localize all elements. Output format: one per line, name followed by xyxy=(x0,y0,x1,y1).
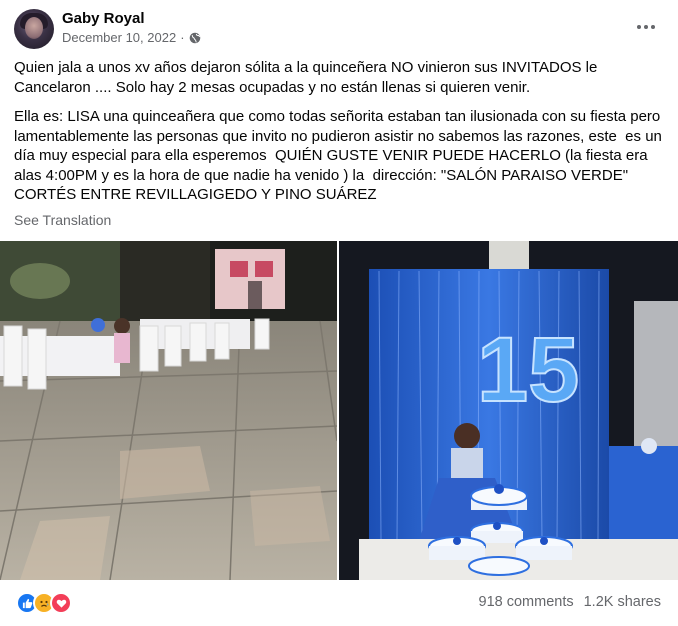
more-options-button[interactable] xyxy=(632,15,660,39)
photo-empty-tables[interactable] xyxy=(0,241,337,580)
comments-count[interactable]: 918 comments xyxy=(479,594,574,610)
meta-separator: · xyxy=(180,30,185,45)
photo-empty-tables-image xyxy=(0,241,337,580)
photo-grid: 15 xyxy=(0,241,678,580)
post-body: Quien jala a unos xv años dejaron sólita… xyxy=(14,58,664,215)
balloon-number: 15 xyxy=(477,319,579,421)
avatar-face xyxy=(25,17,43,39)
author-name[interactable]: Gaby Royal xyxy=(62,10,145,27)
engagement-counts: 918 comments 1.2K shares xyxy=(479,594,662,610)
more-horizontal-icon xyxy=(637,25,641,29)
globe-icon[interactable] xyxy=(189,32,201,44)
post-date[interactable]: December 10, 2022 xyxy=(62,30,176,45)
reaction-summary[interactable] xyxy=(16,592,72,614)
photo-quinceanera-cake[interactable]: 15 xyxy=(339,241,678,580)
see-translation-link[interactable]: See Translation xyxy=(14,212,111,228)
post-header: Gaby Royal December 10, 2022 · xyxy=(14,9,664,49)
more-dot xyxy=(651,25,655,29)
post-meta: December 10, 2022 · xyxy=(62,30,201,45)
avatar[interactable] xyxy=(14,9,54,49)
photo-quinceanera-image: 15 xyxy=(339,241,678,580)
shares-count[interactable]: 1.2K shares xyxy=(584,594,661,610)
post-paragraph-1: Quien jala a unos xv años dejaron sólita… xyxy=(14,59,602,96)
post-paragraph-2: Ella es: LISA una quinceañera que como t… xyxy=(14,108,667,203)
love-icon xyxy=(50,592,72,614)
more-dot xyxy=(644,25,648,29)
